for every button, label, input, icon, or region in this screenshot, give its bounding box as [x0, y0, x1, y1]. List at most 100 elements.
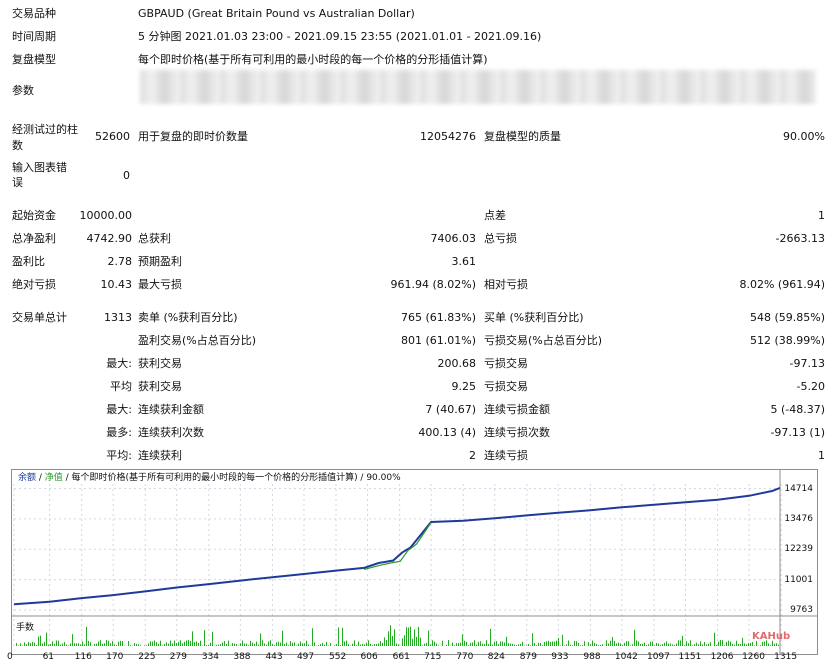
volume-bar [318, 645, 319, 646]
volume-bar [776, 643, 777, 646]
profit-trades-value: 801 (61.01%) [380, 334, 476, 348]
volume-bar [760, 645, 761, 646]
volume-bar [38, 637, 39, 646]
volume-bar [554, 642, 555, 646]
volume-bar [502, 642, 503, 646]
volume-bar [276, 642, 277, 646]
volume-bar [266, 645, 267, 646]
volume-bar [498, 644, 499, 646]
volume-bar [494, 642, 495, 646]
volume-bar [696, 643, 697, 646]
volume-bar [428, 631, 429, 646]
volume-bar [728, 641, 729, 646]
volume-bar [342, 628, 343, 646]
x-tick-label: 933 [551, 652, 568, 662]
volume-bar [262, 640, 263, 646]
volume-bar [156, 642, 157, 646]
volume-bar [664, 643, 665, 646]
volume-bar [520, 644, 521, 646]
volume-bar [94, 644, 95, 646]
maximal-consec-loss-value: -97.13 (1) [720, 426, 825, 440]
volume-bar [774, 644, 775, 646]
initial-deposit-label: 起始资金 [12, 209, 56, 223]
volume-bar [538, 643, 539, 646]
volume-bar [666, 641, 667, 646]
volume-bar [294, 642, 295, 646]
volume-bar [106, 640, 107, 646]
volume-bar [738, 644, 739, 646]
legend-sep: / [36, 473, 45, 483]
volume-bar [352, 644, 353, 646]
volume-bar [726, 642, 727, 646]
volume-bar [652, 642, 653, 646]
volume-bar [404, 635, 405, 646]
ticks-value: 12054276 [380, 130, 476, 144]
volume-bar [88, 641, 89, 646]
volume-bar [80, 644, 81, 646]
volume-bar [442, 641, 443, 646]
volume-bar [40, 636, 41, 646]
volume-bar [54, 644, 55, 646]
average-profit-value: 9.25 [380, 380, 476, 394]
volume-bar [692, 645, 693, 646]
volume-bar [570, 645, 571, 646]
x-tick-label: 388 [233, 652, 250, 662]
largest-profit-label: 获利交易 [138, 357, 182, 371]
y-tick-label: 9763 [790, 605, 813, 615]
volume-bar [258, 645, 259, 646]
max-consec-prefix: 最大: [70, 403, 132, 417]
largest-loss-label: 亏损交易 [484, 357, 528, 371]
volume-bar [434, 642, 435, 646]
volume-bar [178, 642, 179, 646]
volume-bar [650, 642, 651, 646]
volume-bar [706, 645, 707, 646]
volume-bar [330, 643, 331, 646]
volume-bar [464, 641, 465, 646]
volume-bar [746, 645, 747, 646]
expected-payoff-value: 3.61 [380, 255, 476, 269]
volume-bar [226, 644, 227, 646]
volume-bar [480, 641, 481, 646]
volume-bar [452, 643, 453, 646]
volume-bar [558, 638, 559, 646]
rel-drawdown-label: 相对亏损 [484, 278, 528, 292]
volume-bar [576, 641, 577, 646]
volume-bar [70, 644, 71, 646]
volume-bar [632, 644, 633, 646]
volume-bar [690, 640, 691, 646]
average-loss-value: -5.20 [720, 380, 825, 394]
avg-consec-wins-value: 2 [380, 449, 476, 463]
volume-bar [100, 640, 101, 646]
initial-deposit-value: 10000.00 [70, 209, 132, 223]
volume-bar [326, 642, 327, 646]
volume-bar [588, 642, 589, 646]
volume-bar [224, 641, 225, 646]
params-blurred [140, 70, 816, 104]
volume-bar [698, 644, 699, 646]
volume-bar [340, 645, 341, 646]
volume-bar [614, 641, 615, 646]
model-value: 每个即时价格(基于所有可利用的最小时段的每一个价格的分形插值计算) [138, 53, 488, 67]
volume-bar [528, 644, 529, 646]
net-profit-value: 4742.90 [70, 232, 132, 246]
volume-bar [204, 630, 205, 646]
volume-bar [206, 645, 207, 646]
gross-profit-value: 7406.03 [380, 232, 476, 246]
volume-bar [192, 631, 193, 646]
volume-bar [408, 628, 409, 646]
volume-bar [62, 644, 63, 646]
volume-bar [448, 640, 449, 646]
volume-bar [654, 645, 655, 646]
volume-bar [64, 642, 65, 646]
volume-bar [470, 643, 471, 646]
volume-bar [506, 637, 507, 646]
volume-bar [422, 645, 423, 646]
average-profit-label: 获利交易 [138, 380, 182, 394]
volume-bar [270, 640, 271, 646]
volume-bar [590, 644, 591, 646]
volume-bar [86, 627, 87, 646]
volume-bar [412, 639, 413, 646]
volume-bar [234, 644, 235, 646]
x-tick-label: 879 [520, 652, 537, 662]
volume-bar [708, 644, 709, 646]
